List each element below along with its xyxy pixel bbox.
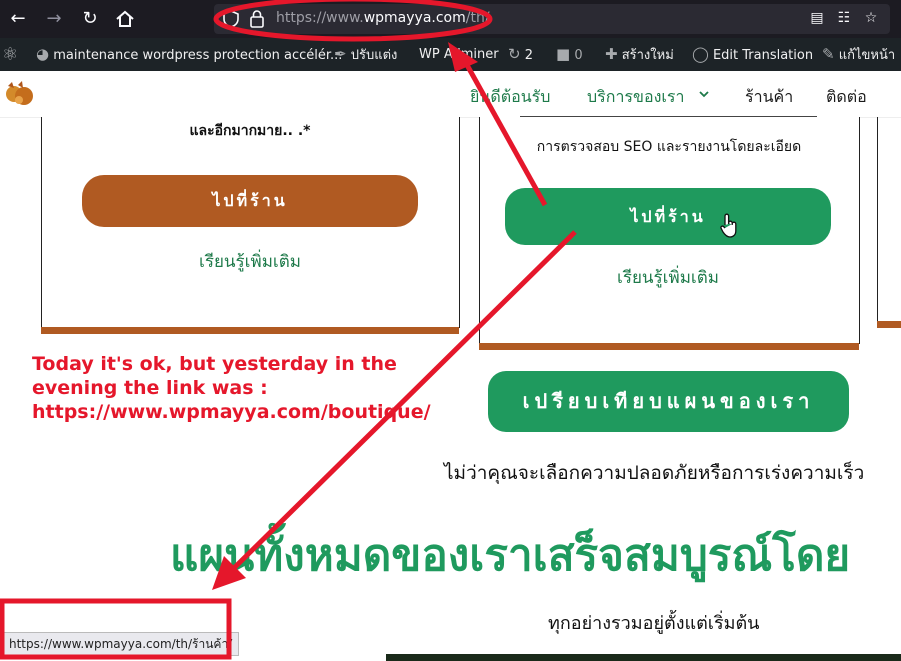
annotation-overlay	[0, 0, 577, 660]
arrow-to-url-head	[448, 42, 478, 72]
url-highlight-ellipse	[213, 0, 493, 42]
arrow-to-url	[459, 54, 548, 207]
arrow-to-status	[228, 230, 577, 574]
status-highlight-box	[0, 598, 232, 660]
